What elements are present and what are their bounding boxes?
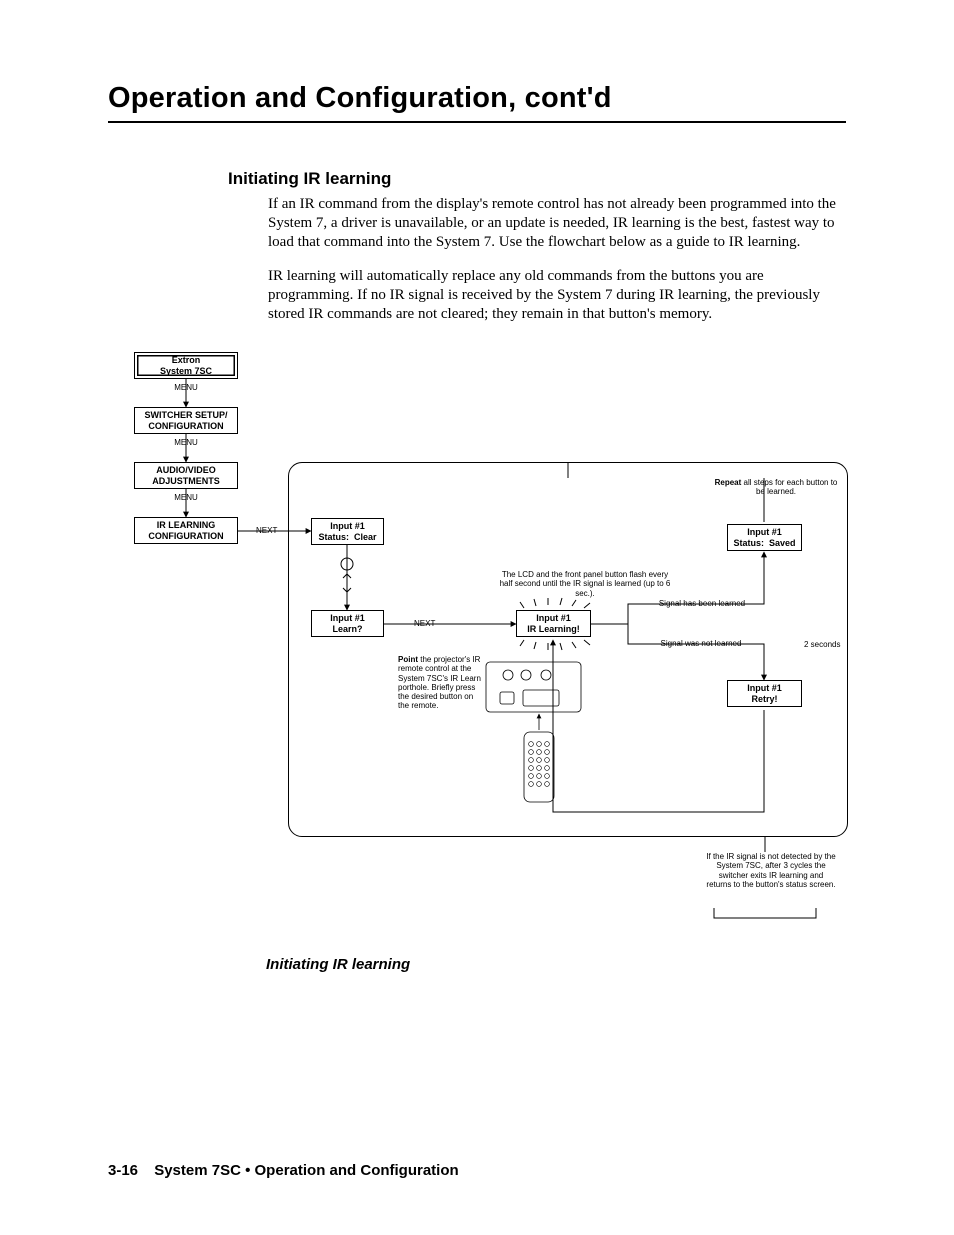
note-exit: If the IR signal is not detected by the … — [706, 852, 836, 889]
footer-section: Operation and Configuration — [255, 1162, 459, 1179]
box-extron: Extron System 7SC — [134, 352, 238, 379]
note-repeat-bold: Repeat — [715, 478, 742, 487]
paragraph-2: IR learning will automatically replace a… — [268, 267, 846, 325]
flowchart-figure: Extron System 7SC MENU SWITCHER SETUP/ C… — [116, 352, 846, 942]
note-sig-learned: Signal has been learned — [642, 599, 762, 608]
divider — [108, 121, 846, 123]
box-status-saved: Input #1 Status: Saved — [727, 524, 802, 551]
footer-bullet: • — [245, 1162, 254, 1179]
box-status-clear: Input #1 Status: Clear — [311, 518, 384, 545]
label-menu-3: MENU — [166, 493, 206, 502]
note-point: Point the projector's IR remote control … — [398, 655, 484, 710]
note-two-seconds: 2 seconds — [804, 640, 840, 649]
note-repeat: Repeat all steps for each button to be l… — [711, 478, 841, 496]
label-menu-2: MENU — [166, 438, 206, 447]
footer-product: System 7SC — [154, 1162, 241, 1179]
figure-caption: Initiating IR learning — [266, 956, 846, 973]
paragraph-1: If an IR command from the display's remo… — [268, 195, 846, 253]
note-point-bold: Point — [398, 655, 418, 664]
note-lcd: The LCD and the front panel button flash… — [499, 570, 671, 598]
note-point-rest: the projector's IR remote control at the… — [398, 655, 481, 710]
section-heading: Initiating IR learning — [228, 169, 846, 189]
note-sig-not-learned: Signal was not learned — [636, 639, 766, 648]
note-repeat-rest: all steps for each button to be learned. — [744, 478, 838, 496]
chapter-title: Operation and Configuration, cont'd — [108, 82, 846, 115]
box-retry: Input #1 Retry! — [727, 680, 802, 707]
box-irconf: IR LEARNING CONFIGURATION — [134, 517, 238, 544]
box-learn: Input #1 Learn? — [311, 610, 384, 637]
label-next-2: NEXT — [414, 619, 435, 628]
label-menu-1: MENU — [166, 383, 206, 392]
box-ir-learning: Input #1 IR Learning! — [516, 610, 591, 637]
label-next-1: NEXT — [256, 526, 277, 535]
box-switcher: SWITCHER SETUP/ CONFIGURATION — [134, 407, 238, 434]
page-number: 3-16 — [108, 1162, 138, 1179]
flowchart: Extron System 7SC MENU SWITCHER SETUP/ C… — [116, 352, 856, 942]
page-footer: 3-16 System 7SC • Operation and Configur… — [108, 1162, 459, 1179]
box-av: AUDIO/VIDEO ADJUSTMENTS — [134, 462, 238, 489]
